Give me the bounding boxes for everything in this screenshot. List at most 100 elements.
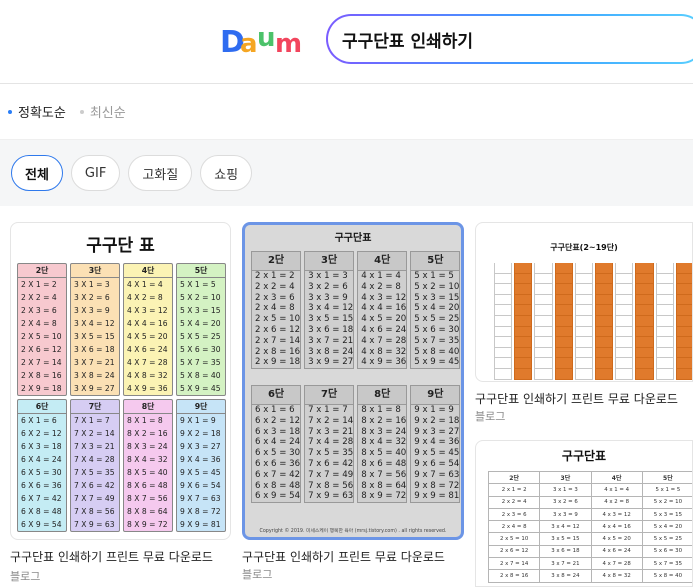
grid-cell: [595, 273, 614, 285]
grid-cell: [635, 368, 654, 380]
grid-cell: [554, 273, 573, 285]
block-header: 2단: [18, 264, 66, 278]
grid-cell: [615, 358, 634, 369]
block-row: 7 X 9 = 63: [74, 520, 115, 529]
block-header: 8단: [124, 400, 172, 414]
table-block: 6단 6 X 1 = 6 6 X 2 = 12 6 X 3 = 18 6 X 4 = 2…: [17, 399, 67, 532]
filter-gif[interactable]: GIF: [70, 155, 121, 191]
grid-cell: [595, 315, 614, 327]
grid-cell: [534, 337, 553, 348]
block-row: 5 X 6 = 30: [180, 345, 221, 354]
block-row: 9 x 2 = 18: [414, 415, 460, 426]
block-row: 8 x 2 = 16: [361, 415, 407, 426]
result-image-2[interactable]: 구구단표 2단 2 x 1 = 22 x 2 = 42 x 3 = 62 x 4 …: [242, 222, 464, 540]
sort-accuracy[interactable]: 정확도순: [8, 102, 66, 121]
block-row: 7 x 8 = 56: [308, 480, 354, 491]
grid-cell: [574, 326, 593, 338]
grid-column: [675, 263, 692, 380]
table-row: 2 x 2 = 43 x 2 = 64 x 2 = 85 x 2 = 10: [487, 495, 692, 509]
search-input[interactable]: [342, 29, 642, 49]
sort-latest[interactable]: 최신순: [79, 102, 126, 121]
block-row: 8 x 8 = 64: [361, 480, 407, 491]
block-row: 8 X 3 = 24: [127, 442, 168, 451]
header: D a u m: [0, 0, 693, 84]
block-header: 4단: [124, 264, 172, 278]
grid-cell: [534, 305, 553, 316]
table-row: 2 x 4 = 83 x 4 = 12 4 x 4 = 16 5 x 4 = 20: [487, 520, 692, 534]
block-row: 3 X 1 = 3: [74, 280, 110, 289]
grid-column: [595, 263, 614, 380]
block-row: 5 X 1 = 5: [180, 280, 216, 289]
block-row: 6 X 7 = 42: [21, 494, 62, 503]
table-cell: 2 x 8 = 16: [487, 569, 541, 583]
block-row: 3 x 5 = 15: [308, 314, 354, 325]
grid-cell: [574, 273, 593, 285]
block-row: 2 x 3 = 6: [255, 292, 295, 303]
block-row: 3 x 6 = 18: [308, 324, 354, 335]
block-row: 9 x 7 = 63: [414, 469, 460, 480]
block-row: 3 X 3 = 9: [74, 306, 110, 315]
table-block: 5단 5 X 1 = 5 5 X 2 = 10 5 X 3 = 15 5 X 4 = 2…: [176, 263, 226, 396]
times-table-bottom: 6단 6 x 1 = 66 x 2 = 12 6 x 3 = 18 6 x 4 = 2…: [251, 385, 461, 504]
table-cell: 4 x 6 = 24: [590, 544, 643, 559]
active-dot: [8, 109, 12, 114]
block-row: 6 x 6 = 36: [255, 458, 301, 469]
grid-cell: [595, 294, 614, 306]
search-box-inner: [328, 16, 693, 62]
table-block: 7단 7 X 1 = 7 7 X 2 = 14 7 X 3 = 21 7 X 4 = 2…: [70, 399, 120, 532]
grid-column: [655, 263, 674, 380]
table-cell: 2 x 1 = 2: [487, 483, 541, 497]
grid-cell: [675, 347, 692, 359]
result-caption-2[interactable]: 구구단표 인쇄하기 프린트 무료 다운로드: [242, 548, 445, 565]
block-row: 9 x 3 = 27: [414, 426, 460, 437]
result-image-3[interactable]: 구구단표(2~19단): [475, 222, 693, 382]
table-cell: 5 x 2 = 10: [641, 495, 692, 509]
table-cell: 3 x 8 = 24: [539, 569, 592, 583]
grid-column: [514, 263, 533, 380]
grid-column: [554, 263, 573, 380]
grid-cell: [494, 358, 513, 369]
grid-cell: [655, 315, 674, 327]
dot: [79, 109, 84, 114]
grid-cell: [655, 347, 674, 359]
filter-shopping[interactable]: 쇼핑: [200, 155, 253, 191]
grid-cell: [554, 284, 573, 295]
result-source-2[interactable]: 블로그: [242, 566, 272, 582]
block-row: 8 X 7 = 56: [127, 494, 168, 503]
grid-cell: [574, 305, 593, 316]
grid-cell: [514, 273, 533, 285]
result-caption-1[interactable]: 구구단표 인쇄하기 프린트 무료 다운로드: [10, 548, 213, 565]
table-cell: 2 x 3 = 6: [487, 507, 541, 522]
table-block: 9단 9 x 1 = 99 x 2 = 18 9 x 3 = 27 9 x 4 = 3…: [410, 385, 461, 504]
block-row: 2 X 9 = 18: [21, 384, 62, 393]
block-row: 3 X 7 = 21: [74, 358, 115, 367]
block-row: 4 X 9 = 36: [127, 384, 168, 393]
grid-cell: [574, 347, 593, 359]
block-row: 8 X 5 = 40: [127, 468, 168, 477]
grid-cell: [655, 305, 674, 316]
grid-cell: [554, 358, 573, 369]
block-row: 7 X 8 = 56: [74, 507, 115, 516]
grid-cell: [635, 273, 654, 285]
table-cell: 3 x 1 = 3: [539, 483, 592, 497]
block-row: 4 X 6 = 24: [127, 345, 168, 354]
table-block: 2단 2 x 1 = 22 x 2 = 42 x 3 = 62 x 4 = 82 …: [251, 251, 302, 370]
result-image-4[interactable]: 구구단표 2단 3단 4단 5단 2 x 1 = 23 x 1 = 34 x 1 = 4…: [475, 440, 693, 587]
grid-cell: [615, 315, 634, 327]
table-row: 2 x 3 = 63 x 3 = 94 x 3 = 12 5 x 3 = 15: [487, 507, 692, 522]
filter-all[interactable]: 전체: [11, 155, 63, 191]
result-source-1[interactable]: 블로그: [10, 568, 40, 584]
filter-hd[interactable]: 고화질: [128, 155, 193, 191]
block-row: 6 X 3 = 18: [21, 442, 62, 451]
grid-cell: [615, 305, 634, 316]
grid-column: [635, 263, 654, 380]
grid-cell: [655, 326, 674, 338]
daum-logo[interactable]: D a u m: [220, 22, 308, 56]
block-header: 3단: [71, 264, 119, 278]
result-caption-3[interactable]: 구구단표 인쇄하기 프린트 무료 다운로드: [475, 390, 678, 407]
result-image-1[interactable]: 구구단 표 2단 2 X 1 = 2 2 X 2 = 4 2 X 3 = 6 2 X 4…: [10, 222, 231, 540]
table-cell: 4 x 5 = 20: [590, 532, 643, 546]
result-source-3[interactable]: 블로그: [475, 408, 505, 424]
sort-label: 정확도순: [18, 106, 66, 121]
grid-cell: [675, 294, 692, 306]
